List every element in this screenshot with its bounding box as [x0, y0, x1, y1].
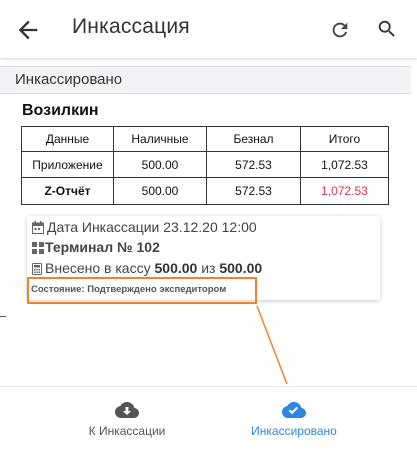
section-header-label: Инкассировано [15, 71, 123, 88]
terminal-label: Терминал № 102 [45, 239, 160, 255]
summary-table: Данные Наличные Безнал Итого Приложение … [21, 126, 389, 205]
date-value: 23.12.20 12:00 [163, 219, 257, 235]
grid-icon [32, 242, 44, 254]
table-cell: Приложение [21, 151, 114, 178]
section-header: Инкассировано [0, 66, 411, 94]
bottom-navigation: К Инкассации Инкассировано [0, 386, 417, 461]
column-header: Безнал [206, 126, 301, 152]
table-cell: 500.00 [113, 177, 207, 205]
table-cell: 572.53 [206, 151, 301, 178]
table-row: Z-Отчёт 500.00 572.53 1,072.53 [21, 177, 389, 205]
collection-card[interactable]: Дата Инкассации 23.12.20 12:00 Терминал … [27, 216, 380, 300]
deposited-line: Внесено в кассу 500.00 из 500.00 [32, 260, 262, 276]
table-cell: Z-Отчёт [21, 177, 114, 205]
table-row: Приложение 500.00 572.53 1,072.53 [21, 151, 389, 178]
page-title: Инкассация [72, 15, 190, 38]
calendar-icon [32, 221, 44, 234]
column-header: Наличные [113, 126, 207, 152]
deposited-of: из [201, 260, 216, 276]
refresh-icon[interactable] [329, 19, 351, 41]
table-cell: 500.00 [113, 151, 207, 178]
calculator-icon [32, 263, 42, 275]
column-header: Итого [300, 126, 389, 152]
deposited-amount: 500.00 [154, 260, 198, 276]
divider-tick [0, 316, 6, 317]
column-header: Данные [21, 126, 114, 152]
deposited-prefix: Внесено в кассу [45, 260, 151, 276]
cloud-download-icon [115, 402, 139, 418]
terminal-line: Терминал № 102 [32, 239, 160, 255]
deposited-total: 500.00 [219, 260, 263, 276]
table-cell: 572.53 [206, 177, 301, 205]
cloud-done-icon [282, 402, 306, 418]
nav-label-active: Инкассировано [251, 424, 337, 438]
table-cell-highlight: 1,072.53 [300, 177, 389, 205]
table-cell: 1,072.53 [300, 151, 389, 178]
search-icon[interactable] [376, 18, 398, 40]
date-label: Дата Инкассации [47, 219, 160, 235]
table-header-row: Данные Наличные Безнал Итого [21, 126, 389, 152]
person-name: Возилкин [22, 102, 99, 119]
status-text: Состояние: Подтверждено экспедитором [31, 284, 227, 295]
arrow-back-icon[interactable] [14, 16, 42, 44]
nav-item-collected[interactable]: Инкассировано [190, 387, 398, 461]
app-bar: Инкассация [0, 0, 417, 58]
date-line: Дата Инкассации 23.12.20 12:00 [32, 219, 257, 235]
